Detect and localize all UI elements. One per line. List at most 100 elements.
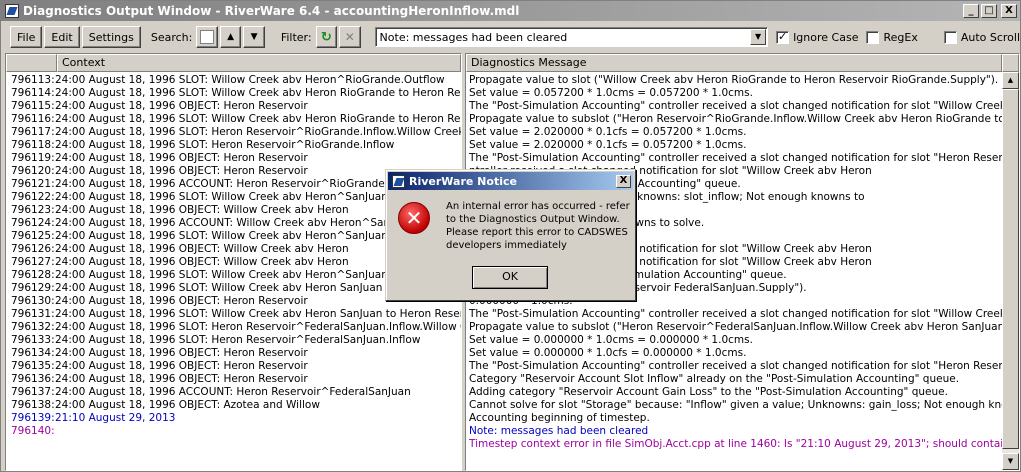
line-number-column-header[interactable] — [6, 54, 57, 72]
line-number: 796139: — [11, 412, 55, 424]
context-row[interactable]: 796137:24:00 August 18, 1996 ACCOUNT: He… — [6, 386, 461, 399]
header-corner — [1002, 54, 1019, 72]
message-row[interactable]: Cannot solve for slot "Storage" because:… — [466, 399, 1019, 412]
message-row[interactable]: The "Post-Simulation Accounting" control… — [466, 360, 1019, 373]
line-number: 796136: — [11, 373, 55, 385]
message-row[interactable]: The "Post-Simulation Accounting" control… — [466, 152, 1019, 165]
message-row[interactable]: Accounting beginning of timestep. — [466, 412, 1019, 425]
message-row[interactable]: Timestep context error in file SimObj.Ac… — [466, 438, 1019, 451]
context-text: 24:00 August 18, 1996 SLOT: Willow Creek… — [55, 308, 462, 320]
message-row[interactable]: Adding category "Reservoir Account Gain … — [466, 386, 1019, 399]
context-text: 24:00 August 18, 1996 SLOT: Willow Creek… — [55, 282, 408, 294]
context-row[interactable]: 796118:24:00 August 18, 1996 SLOT: Heron… — [6, 139, 461, 152]
dialog-message: An internal error has occurred - refer t… — [446, 201, 630, 251]
settings-menu-button[interactable]: Settings — [81, 26, 141, 48]
auto-scroll-checkbox[interactable]: Auto Scroll — [943, 30, 1020, 44]
line-number: 796123: — [11, 204, 55, 216]
message-row[interactable]: Set value = 0.057200 * 1.0cms = 0.057200… — [466, 87, 1019, 100]
line-number: 796121: — [11, 178, 55, 190]
diagnostics-message-column-header[interactable]: Diagnostics Message — [466, 54, 1002, 72]
context-row[interactable]: 796138:24:00 August 18, 1996 OBJECT: Azo… — [6, 399, 461, 412]
message-row[interactable]: The "Post-Simulation Accounting" control… — [466, 100, 1019, 113]
maximize-button[interactable]: □ — [981, 4, 997, 18]
context-text: 24:00 August 18, 1996 OBJECT: Heron Rese… — [55, 295, 308, 307]
filter-clear-button[interactable]: ✕ — [339, 26, 361, 48]
file-menu-button[interactable]: File — [10, 26, 43, 48]
context-column-header[interactable]: Context — [57, 54, 461, 72]
context-row[interactable]: 796119:24:00 August 18, 1996 OBJECT: Her… — [6, 152, 461, 165]
line-number: 796125: — [11, 230, 55, 242]
riverware-app-icon — [5, 4, 19, 18]
line-number: 796127: — [11, 256, 55, 268]
regex-label: RegEx — [883, 30, 918, 44]
message-vertical-scrollbar[interactable]: ▲ ▼ — [1002, 72, 1019, 470]
line-number: 796115: — [11, 100, 55, 112]
scroll-up-button[interactable]: ▲ — [1002, 72, 1019, 89]
context-text: 24:00 August 18, 1996 SLOT: Willow Creek… — [55, 269, 400, 281]
dialog-title: RiverWare Notice — [409, 174, 517, 188]
message-row[interactable]: Note: messages had been cleared — [466, 425, 1019, 438]
context-text: 24:00 August 18, 1996 OBJECT: Heron Rese… — [55, 152, 308, 164]
combo-dropdown-arrow-icon[interactable]: ▼ — [750, 29, 767, 45]
line-number: 796118: — [11, 139, 55, 151]
ignore-case-check-icon: ✓ — [776, 29, 790, 44]
edit-menu-button[interactable]: Edit — [44, 26, 80, 48]
title-bar[interactable]: Diagnostics Output Window - RiverWare 6.… — [1, 1, 1020, 21]
context-row[interactable]: 796134:24:00 August 18, 1996 OBJECT: Her… — [6, 347, 461, 360]
message-filter-value: Note: messages had been cleared — [379, 30, 568, 44]
dialog-title-bar[interactable]: RiverWare Notice X — [388, 172, 633, 190]
context-row[interactable]: 796115:24:00 August 18, 1996 OBJECT: Her… — [6, 100, 461, 113]
context-header-row: Context — [6, 54, 461, 72]
search-down-button[interactable]: ▼ — [243, 26, 265, 48]
context-text: 24:00 August 18, 1996 SLOT: Heron Reserv… — [55, 126, 462, 138]
context-row[interactable]: 796140: — [6, 425, 461, 438]
scroll-thumb[interactable] — [1002, 89, 1019, 449]
search-label: Search: — [150, 30, 193, 44]
filter-label: Filter: — [280, 30, 312, 44]
message-row[interactable]: Propagate value to slot ("Willow Creek a… — [466, 74, 1019, 87]
dialog-close-button[interactable]: X — [616, 174, 631, 188]
context-row[interactable]: 796131:24:00 August 18, 1996 SLOT: Willo… — [6, 308, 461, 321]
message-row[interactable]: Set value = 0.000000 * 1.0cfs = 0.000000… — [466, 347, 1019, 360]
close-button[interactable]: X — [1001, 4, 1017, 18]
scroll-down-button[interactable]: ▼ — [1002, 453, 1019, 470]
context-row[interactable]: 796132:24:00 August 18, 1996 SLOT: Heron… — [6, 321, 461, 334]
context-row[interactable]: 796136:24:00 August 18, 1996 OBJECT: Her… — [6, 373, 461, 386]
context-text: 24:00 August 18, 1996 OBJECT: Azotea and… — [55, 399, 320, 411]
message-filter-combo[interactable]: Note: messages had been cleared ▼ — [374, 27, 769, 47]
context-row[interactable]: 796114:24:00 August 18, 1996 SLOT: Willo… — [6, 87, 461, 100]
context-row[interactable]: 796113:24:00 August 18, 1996 SLOT: Willo… — [6, 74, 461, 87]
message-row[interactable]: Set value = 0.000000 * 1.0cms = 0.000000… — [466, 334, 1019, 347]
search-up-button[interactable]: ▲ — [219, 26, 242, 48]
message-row[interactable]: Propagate value to subslot ("Heron Reser… — [466, 321, 1019, 334]
clear-filter-icon: ✕ — [344, 30, 355, 44]
context-row[interactable]: 796117:24:00 August 18, 1996 SLOT: Heron… — [6, 126, 461, 139]
up-arrow-icon: ▲ — [227, 32, 235, 42]
message-row[interactable]: Set value = 2.020000 * 0.1cfs = 0.057200… — [466, 139, 1019, 152]
auto-scroll-check-box — [943, 30, 957, 44]
line-number: 796130: — [11, 295, 55, 307]
regex-check-box — [866, 30, 880, 44]
message-row[interactable]: The "Post-Simulation Accounting" control… — [466, 308, 1019, 321]
line-number: 796120: — [11, 165, 55, 177]
message-row[interactable]: Set value = 2.020000 * 0.1cfs = 0.057200… — [466, 126, 1019, 139]
message-row[interactable]: Category "Reservoir Account Slot Inflow"… — [466, 373, 1019, 386]
context-row[interactable]: 796133:24:00 August 18, 1996 SLOT: Heron… — [6, 334, 461, 347]
line-number: 796124: — [11, 217, 55, 229]
filter-refresh-button[interactable]: ↻ — [315, 26, 338, 48]
context-row[interactable]: 796139:21:10 August 29, 2013 — [6, 412, 461, 425]
ok-button[interactable]: OK — [472, 266, 548, 289]
regex-checkbox[interactable]: RegEx — [866, 30, 918, 44]
context-row[interactable]: 796135:24:00 August 18, 1996 OBJECT: Her… — [6, 360, 461, 373]
context-text: 24:00 August 18, 1996 OBJECT: Heron Rese… — [55, 347, 308, 359]
context-text: 24:00 August 18, 1996 OBJECT: Willow Cre… — [55, 204, 349, 216]
error-icon: ✕ — [398, 202, 430, 234]
message-row[interactable]: Propagate value to subslot ("Heron Reser… — [466, 113, 1019, 126]
context-text: 24:00 August 18, 1996 SLOT: Heron Reserv… — [55, 321, 462, 333]
context-row[interactable]: 796116:24:00 August 18, 1996 SLOT: Willo… — [6, 113, 461, 126]
minimize-button[interactable]: _ — [963, 4, 979, 18]
line-number: 796119: — [11, 152, 55, 164]
ignore-case-checkbox[interactable]: ✓ Ignore Case — [776, 29, 858, 44]
context-text: 24:00 August 18, 1996 SLOT: Willow Creek… — [55, 87, 462, 99]
search-input-button[interactable] — [196, 26, 218, 48]
